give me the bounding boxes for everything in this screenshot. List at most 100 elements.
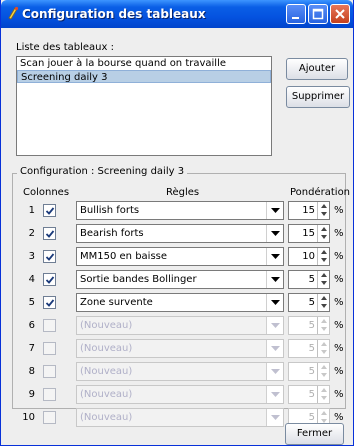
rule-select[interactable]: (Nouveau) bbox=[76, 408, 284, 427]
spinner-buttons bbox=[317, 340, 329, 357]
rule-select[interactable]: (Nouveau) bbox=[76, 362, 284, 381]
spin-down-button[interactable] bbox=[318, 394, 329, 402]
add-button[interactable]: Ajouter bbox=[286, 58, 348, 80]
rule-select-value: (Nouveau) bbox=[80, 343, 133, 354]
spin-down-button[interactable] bbox=[318, 233, 329, 241]
spin-down-button[interactable] bbox=[318, 210, 329, 218]
rule-select-value: Zone survente bbox=[80, 297, 153, 308]
rule-select[interactable]: (Nouveau) bbox=[76, 339, 284, 358]
column-checkbox[interactable] bbox=[43, 273, 56, 286]
spin-up-button[interactable] bbox=[318, 271, 329, 279]
row-number: 2 bbox=[28, 228, 35, 239]
dropdown-arrow-button[interactable] bbox=[266, 248, 283, 265]
weight-spinner[interactable]: 10 bbox=[288, 247, 330, 266]
column-checkbox[interactable] bbox=[43, 365, 56, 378]
list-item-selected[interactable]: Screening daily 3 bbox=[17, 70, 271, 83]
column-checkbox[interactable] bbox=[43, 319, 56, 332]
arrow-up-icon bbox=[321, 365, 327, 369]
rule-select-value: (Nouveau) bbox=[80, 320, 133, 331]
rule-select-value: MM150 en baisse bbox=[80, 251, 168, 262]
delete-button[interactable]: Supprimer bbox=[286, 86, 350, 108]
rule-row: 5 Zone survente 5% bbox=[1, 293, 354, 313]
rule-select[interactable]: MM150 en baisse bbox=[76, 247, 284, 266]
close-window-button[interactable] bbox=[330, 4, 350, 24]
column-checkbox[interactable] bbox=[43, 296, 56, 309]
checkmark-icon bbox=[45, 253, 55, 261]
weight-spinner[interactable]: 5 bbox=[288, 316, 330, 335]
spin-up-button[interactable] bbox=[318, 386, 329, 394]
percent-label: % bbox=[334, 228, 344, 239]
list-item[interactable]: Scan jouer à la bourse quand on travaill… bbox=[17, 57, 271, 70]
chevron-down-icon bbox=[271, 208, 280, 213]
weight-spinner[interactable]: 5 bbox=[288, 293, 330, 312]
minimize-button[interactable] bbox=[286, 4, 306, 24]
arrow-up-icon bbox=[321, 296, 327, 300]
weight-spinner[interactable]: 5 bbox=[288, 385, 330, 404]
maximize-button[interactable] bbox=[308, 4, 328, 24]
arrow-up-icon bbox=[321, 204, 327, 208]
spin-up-button[interactable] bbox=[318, 294, 329, 302]
spinner-buttons bbox=[317, 294, 329, 311]
rule-select-value: Bullish forts bbox=[80, 205, 140, 216]
chevron-down-icon bbox=[271, 323, 280, 328]
spin-down-button[interactable] bbox=[318, 256, 329, 264]
weight-spinner[interactable]: 5 bbox=[288, 339, 330, 358]
spin-down-button[interactable] bbox=[318, 325, 329, 333]
checkmark-icon bbox=[45, 276, 55, 284]
column-checkbox[interactable] bbox=[43, 204, 56, 217]
spin-down-button[interactable] bbox=[318, 279, 329, 287]
rule-select[interactable]: Sortie bandes Bollinger bbox=[76, 270, 284, 289]
weight-spinner[interactable]: 15 bbox=[288, 201, 330, 220]
dropdown-arrow-button[interactable] bbox=[266, 363, 283, 380]
column-checkbox[interactable] bbox=[43, 342, 56, 355]
spin-up-button[interactable] bbox=[318, 363, 329, 371]
dropdown-arrow-button[interactable] bbox=[266, 271, 283, 288]
rule-select[interactable]: Zone survente bbox=[76, 293, 284, 312]
tables-list[interactable]: Scan jouer à la bourse quand on travaill… bbox=[16, 56, 272, 156]
column-checkbox[interactable] bbox=[43, 388, 56, 401]
arrow-down-icon bbox=[321, 327, 327, 331]
spin-up-button[interactable] bbox=[318, 248, 329, 256]
column-checkbox[interactable] bbox=[43, 411, 56, 424]
arrow-down-icon bbox=[321, 258, 327, 262]
percent-label: % bbox=[334, 389, 344, 400]
dropdown-arrow-button[interactable] bbox=[266, 202, 283, 219]
column-checkbox[interactable] bbox=[43, 227, 56, 240]
row-number: 7 bbox=[28, 343, 35, 354]
percent-label: % bbox=[334, 297, 344, 308]
spin-down-button[interactable] bbox=[318, 348, 329, 356]
dropdown-arrow-button[interactable] bbox=[266, 225, 283, 242]
dropdown-arrow-button[interactable] bbox=[266, 317, 283, 334]
dropdown-arrow-button[interactable] bbox=[266, 386, 283, 403]
dropdown-arrow-button[interactable] bbox=[266, 409, 283, 426]
weight-spinner[interactable]: 15 bbox=[288, 224, 330, 243]
title-bar[interactable]: Configuration des tableaux bbox=[1, 0, 353, 28]
rule-select-value: (Nouveau) bbox=[80, 412, 133, 423]
percent-label: % bbox=[334, 274, 344, 285]
rule-select[interactable]: (Nouveau) bbox=[76, 385, 284, 404]
weight-spinner[interactable]: 5 bbox=[288, 362, 330, 381]
weight-value: 5 bbox=[308, 389, 315, 400]
dropdown-arrow-button[interactable] bbox=[266, 294, 283, 311]
arrow-up-icon bbox=[321, 250, 327, 254]
arrow-down-icon bbox=[321, 396, 327, 400]
spin-up-button[interactable] bbox=[318, 409, 329, 417]
dropdown-arrow-button[interactable] bbox=[266, 340, 283, 357]
column-checkbox[interactable] bbox=[43, 250, 56, 263]
chevron-down-icon bbox=[271, 300, 280, 305]
spin-up-button[interactable] bbox=[318, 340, 329, 348]
close-button[interactable]: Fermer bbox=[285, 423, 344, 445]
spin-up-button[interactable] bbox=[318, 225, 329, 233]
spin-down-button[interactable] bbox=[318, 371, 329, 379]
arrow-up-icon bbox=[321, 342, 327, 346]
spin-up-button[interactable] bbox=[318, 317, 329, 325]
rule-select[interactable]: (Nouveau) bbox=[76, 316, 284, 335]
weight-spinner[interactable]: 5 bbox=[288, 270, 330, 289]
rule-select[interactable]: Bearish forts bbox=[76, 224, 284, 243]
columns-header: Colonnes bbox=[23, 187, 70, 198]
row-number: 1 bbox=[28, 205, 35, 216]
spin-up-button[interactable] bbox=[318, 202, 329, 210]
rule-row: 2 Bearish forts 15% bbox=[1, 224, 354, 244]
rule-select[interactable]: Bullish forts bbox=[76, 201, 284, 220]
spin-down-button[interactable] bbox=[318, 302, 329, 310]
